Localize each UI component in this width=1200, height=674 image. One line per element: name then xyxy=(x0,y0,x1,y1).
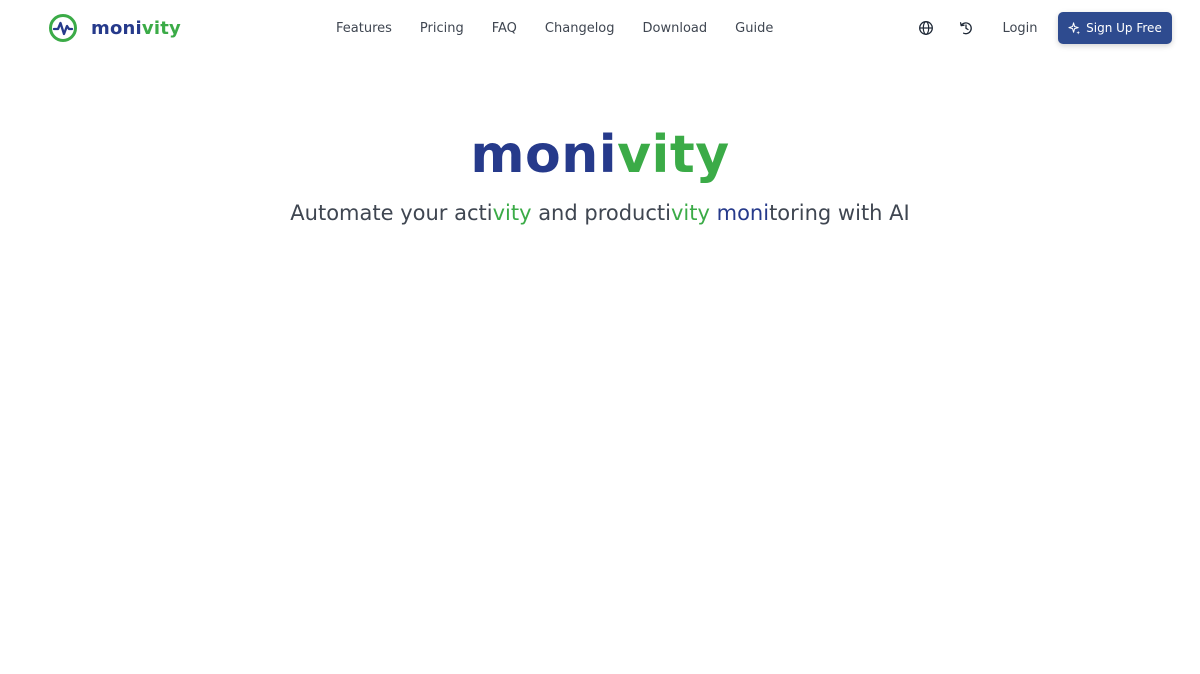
hero-subtitle: Automate your activity and productivity … xyxy=(0,198,1200,228)
pulse-circle-icon xyxy=(49,14,77,42)
hero-title: monivity xyxy=(0,120,1200,190)
subtitle-part-6: moni xyxy=(716,201,770,225)
sign-up-label: Sign Up Free xyxy=(1086,21,1162,35)
globe-icon xyxy=(919,21,933,35)
site-header: monivity Features Pricing FAQ Changelog … xyxy=(0,0,1200,56)
logo-link[interactable]: monivity xyxy=(48,12,181,44)
logo-text: monivity xyxy=(91,18,181,39)
nav-link-download[interactable]: Download xyxy=(643,21,708,36)
logo-text-vity: vity xyxy=(141,17,181,39)
subtitle-part-3: and producti xyxy=(531,201,671,225)
login-button[interactable]: Login xyxy=(990,13,1050,43)
nav-link-faq[interactable]: FAQ xyxy=(492,21,517,36)
hero-section: monivity Automate your activity and prod… xyxy=(0,120,1200,228)
subtitle-part-1: Automate your acti xyxy=(290,201,493,225)
nav-link-guide[interactable]: Guide xyxy=(735,21,773,36)
subtitle-part-5 xyxy=(710,201,717,225)
nav-link-pricing[interactable]: Pricing xyxy=(420,21,464,36)
history-icon xyxy=(959,22,972,35)
hero-title-vity: vity xyxy=(617,125,730,185)
hero-title-moni: moni xyxy=(470,125,618,185)
nav-link-changelog[interactable]: Changelog xyxy=(545,21,615,36)
subtitle-part-7: toring with AI xyxy=(769,201,910,225)
nav-link-features[interactable]: Features xyxy=(336,21,392,36)
logo-text-moni: moni xyxy=(91,17,142,39)
sparkle-icon xyxy=(1068,21,1081,35)
history-button[interactable] xyxy=(955,17,977,39)
sign-up-button[interactable]: Sign Up Free xyxy=(1058,12,1172,44)
language-button[interactable] xyxy=(915,17,937,39)
subtitle-part-4: vity xyxy=(670,201,710,225)
main-nav: Features Pricing FAQ Changelog Download … xyxy=(336,0,801,56)
subtitle-part-2: vity xyxy=(492,201,532,225)
